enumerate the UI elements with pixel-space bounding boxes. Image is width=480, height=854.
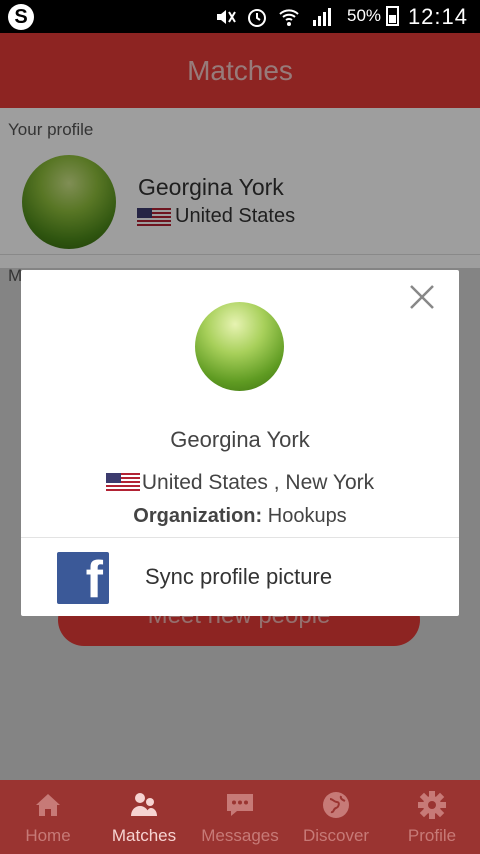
mute-icon — [214, 6, 236, 28]
us-flag-icon — [105, 473, 140, 491]
people-icon — [131, 793, 157, 816]
signal-icon — [310, 6, 332, 28]
battery-icon — [386, 6, 399, 26]
wifi-icon — [278, 6, 300, 28]
modal-name: Georgina York — [170, 427, 310, 452]
sync-profile-picture-button[interactable]: f Sync profile picture — [21, 538, 459, 616]
nav-label: Discover — [302, 826, 370, 845]
home-icon — [36, 794, 60, 816]
nav-label: Matches — [111, 826, 177, 845]
nav-item-messages[interactable]: Messages — [192, 780, 288, 854]
clock: 12:14 — [407, 4, 468, 29]
globe-icon — [323, 792, 349, 818]
nav-item-matches[interactable]: Matches — [96, 780, 192, 854]
modal-organization-line: Organization: Hookups — [21, 505, 459, 528]
nav-label: Messages — [201, 826, 279, 845]
modal-location: United States , New York — [141, 471, 375, 494]
sync-label: Sync profile picture — [145, 564, 333, 589]
modal-location-line: United States , New York — [21, 471, 459, 495]
facebook-icon: f — [57, 551, 109, 609]
organization-label: Organization: — [133, 505, 263, 527]
chat-icon — [227, 794, 253, 816]
bottom-nav: Home Matches Messages Discover Profile — [0, 780, 480, 854]
nav-label: Profile — [407, 826, 457, 845]
nav-item-home[interactable]: Home — [0, 780, 96, 854]
close-icon[interactable] — [407, 282, 437, 312]
status-bar: S 50% 12:14 — [0, 0, 480, 33]
modal-avatar — [195, 302, 284, 391]
status-icons — [214, 4, 332, 30]
profile-modal: Georgina York United States , New York O… — [21, 270, 459, 616]
alarm-icon — [246, 6, 268, 28]
skype-icon: S — [8, 4, 34, 30]
gear-icon — [418, 791, 446, 819]
battery-percentage: 50% — [347, 6, 382, 25]
nav-label: Home — [25, 826, 71, 845]
nav-item-discover[interactable]: Discover — [288, 780, 384, 854]
nav-item-profile[interactable]: Profile — [384, 780, 480, 854]
organization-value: Hookups — [267, 505, 347, 527]
